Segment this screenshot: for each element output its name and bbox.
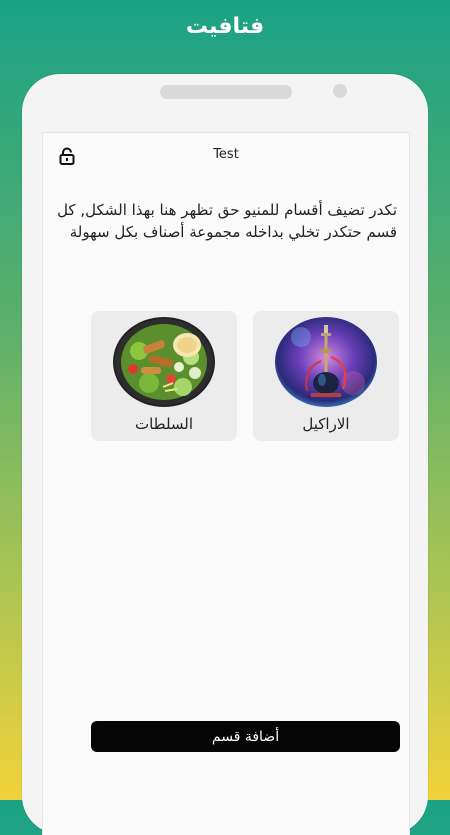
phone-frame: Test تكدر تضيف أقسام للمنيو حق تظهر هنا … (22, 74, 428, 835)
screen-title: Test (213, 147, 239, 162)
salad-image (113, 317, 215, 407)
category-card-salads[interactable]: السلطات (91, 311, 237, 441)
add-category-button[interactable]: أضافة قسم (91, 721, 400, 752)
phone-camera (333, 84, 347, 98)
app-screen: Test تكدر تضيف أقسام للمنيو حق تظهر هنا … (42, 132, 410, 835)
intro-text: تكدر تضيف أقسام للمنيو حق تظهر هنا بهذا … (57, 201, 397, 241)
category-card-hookah[interactable]: الاراكيل (253, 311, 399, 441)
app-title: فتافيت (185, 14, 265, 39)
phone-speaker (160, 85, 292, 99)
category-label: السلطات (134, 415, 194, 433)
category-label: الاراكيل (302, 415, 350, 433)
hookah-image (275, 317, 377, 407)
